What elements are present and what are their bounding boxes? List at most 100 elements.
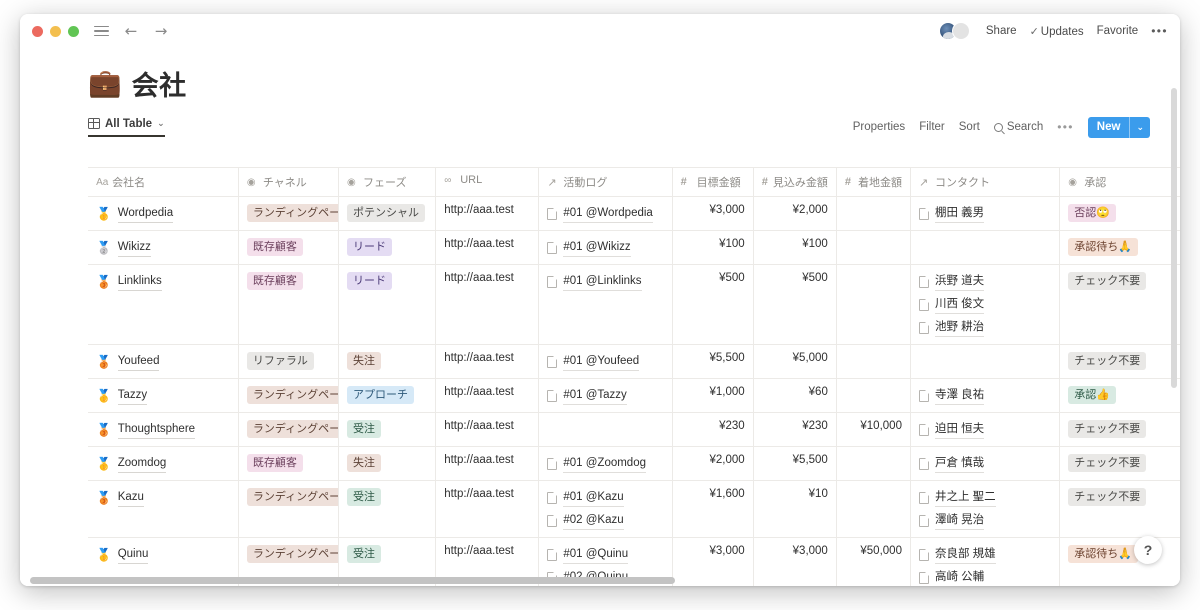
horizontal-scrollbar-thumb[interactable] xyxy=(30,577,675,584)
activity-log-item[interactable]: #01 @Youfeed xyxy=(547,352,663,371)
url-link[interactable]: http://aaa.test xyxy=(444,238,514,250)
approval-tag[interactable]: チェック不要 xyxy=(1068,488,1147,506)
channel-tag[interactable]: 既存顧客 xyxy=(246,454,303,472)
activity-log-item[interactable]: #01 @Kazu xyxy=(547,488,663,507)
cell-target-amount[interactable]: ¥5,500 xyxy=(672,344,754,379)
cell-company-name[interactable]: 🥉 Linklinks xyxy=(88,264,239,345)
cell-forecast-amount[interactable]: ¥2,000 xyxy=(753,196,837,231)
cell-url[interactable]: http://aaa.test xyxy=(435,264,540,345)
phase-tag[interactable]: ポテンシャル xyxy=(347,204,426,222)
cell-landed-amount[interactable] xyxy=(836,378,911,413)
cell-company-name[interactable]: 🥉 Thoughtsphere xyxy=(88,412,239,447)
cell-phase[interactable]: リード xyxy=(338,264,437,345)
cell-channel[interactable]: リファラル xyxy=(238,344,340,379)
phase-tag[interactable]: 失注 xyxy=(347,352,382,370)
cell-target-amount[interactable]: ¥3,000 xyxy=(672,196,754,231)
cell-url[interactable]: http://aaa.test xyxy=(435,378,540,413)
activity-log-item[interactable]: #01 @Wikizz xyxy=(547,238,663,257)
sort-button[interactable]: Sort xyxy=(959,121,980,133)
favorite-button[interactable]: Favorite xyxy=(1097,25,1139,37)
cell-target-amount[interactable]: ¥1,600 xyxy=(672,480,754,538)
cell-phase[interactable]: 受注 xyxy=(338,480,437,538)
cell-channel[interactable]: ランディングページ xyxy=(238,196,340,231)
contact-item[interactable]: 戸倉 慎哉 xyxy=(918,454,1051,473)
cell-landed-amount[interactable] xyxy=(836,344,911,379)
cell-activity-log[interactable]: #01 @Zoomdog xyxy=(538,446,673,481)
help-button[interactable]: ? xyxy=(1134,536,1162,564)
contact-item[interactable]: 棚田 義男 xyxy=(918,204,1051,223)
cell-url[interactable]: http://aaa.test xyxy=(435,480,540,538)
cell-url[interactable]: http://aaa.test xyxy=(435,446,540,481)
cell-phase[interactable]: リード xyxy=(338,230,437,265)
cell-target-amount[interactable]: ¥1,000 xyxy=(672,378,754,413)
more-options-icon[interactable]: ••• xyxy=(1151,24,1168,38)
table-row[interactable]: 🥉 Linklinks 既存顧客 リード http://aaa.test #01 @Lin… xyxy=(20,264,1180,345)
contact-item[interactable]: 浜野 道夫 xyxy=(918,272,1051,291)
company-name-label[interactable]: Wikizz xyxy=(117,238,151,257)
cell-phase[interactable]: ポテンシャル xyxy=(338,196,437,231)
cell-activity-log[interactable]: #01 @Tazzy xyxy=(538,378,673,413)
activity-log-item[interactable]: #01 @Wordpedia xyxy=(547,204,663,223)
cell-target-amount[interactable]: ¥500 xyxy=(672,264,754,345)
table-row[interactable]: 🥉 Thoughtsphere ランディングページ受注 http://aaa.test… xyxy=(20,412,1180,447)
cell-approval[interactable]: チェック不要 xyxy=(1059,412,1180,447)
cell-channel[interactable]: 既存顧客 xyxy=(238,446,340,481)
approval-tag[interactable]: チェック不要 xyxy=(1068,352,1147,370)
cell-landed-amount[interactable] xyxy=(836,230,911,265)
channel-tag[interactable]: ランディングページ xyxy=(246,386,338,404)
cell-url[interactable]: http://aaa.test xyxy=(435,230,540,265)
cell-contacts[interactable] xyxy=(910,230,1061,265)
channel-tag[interactable]: リファラル xyxy=(246,352,314,370)
cell-contacts[interactable]: 寺澤 良祐 xyxy=(910,378,1061,413)
cell-landed-amount[interactable] xyxy=(836,196,911,231)
table-row[interactable]: 🥇 Tazzy ランディングページアプローチ http://aaa.test #01 @… xyxy=(20,378,1180,413)
activity-log-item[interactable]: #01 @Zoomdog xyxy=(547,454,663,473)
cell-activity-log[interactable]: #01 @Kazu #02 @Kazu xyxy=(538,480,673,538)
channel-tag[interactable]: ランディングページ xyxy=(246,420,338,438)
cell-phase[interactable]: 受注 xyxy=(338,412,437,447)
approval-tag[interactable]: 承認待ち🙏 xyxy=(1068,238,1138,256)
url-link[interactable]: http://aaa.test xyxy=(444,386,514,398)
cell-activity-log[interactable]: #01 @Linklinks xyxy=(538,264,673,345)
company-name-label[interactable]: Thoughtsphere xyxy=(117,420,196,439)
cell-landed-amount[interactable]: ¥10,000 xyxy=(836,412,911,447)
cell-activity-log[interactable]: #01 @Wordpedia xyxy=(538,196,673,231)
updates-button[interactable]: ✓ Updates xyxy=(1030,25,1084,38)
url-link[interactable]: http://aaa.test xyxy=(444,420,514,432)
cell-activity-log[interactable]: #01 @Wikizz xyxy=(538,230,673,265)
contact-item[interactable]: 迫田 恒夫 xyxy=(918,420,1051,439)
cell-forecast-amount[interactable]: ¥230 xyxy=(753,412,837,447)
channel-tag[interactable]: ランディングページ xyxy=(246,545,338,563)
horizontal-scrollbar[interactable] xyxy=(20,577,1180,584)
cell-approval[interactable]: 否認🙄 xyxy=(1059,196,1180,231)
approval-tag[interactable]: チェック不要 xyxy=(1068,454,1147,472)
view-tab-all-table[interactable]: All Table ⌄ xyxy=(88,118,165,137)
cell-forecast-amount[interactable]: ¥500 xyxy=(753,264,837,345)
column-header-10[interactable]: ◉ 承認 xyxy=(1059,167,1180,197)
column-header-8[interactable]: # 着地金額 xyxy=(836,167,911,197)
channel-tag[interactable]: ランディングページ xyxy=(246,204,338,222)
table-row[interactable]: 🥇 Zoomdog 既存顧客 失注 http://aaa.test #01 @Zoomdo… xyxy=(20,446,1180,481)
cell-channel[interactable]: ランディングページ xyxy=(238,412,340,447)
cell-channel[interactable]: ランディングページ xyxy=(238,378,340,413)
cell-target-amount[interactable]: ¥100 xyxy=(672,230,754,265)
table-scroll-container[interactable]: Aa 会社名 ◉ チャネル ◉ フェーズ ∞ URL ↗ 活動ログ # 目標金額 # 見込み金額 # 着地金額… xyxy=(20,167,1180,586)
cell-forecast-amount[interactable]: ¥5,500 xyxy=(753,446,837,481)
cell-url[interactable]: http://aaa.test xyxy=(435,344,540,379)
column-header-9[interactable]: ↗ コンタクト xyxy=(910,167,1061,197)
forward-arrow-icon[interactable]: → xyxy=(153,23,169,39)
cell-url[interactable]: http://aaa.test xyxy=(435,412,540,447)
column-header-5[interactable]: ↗ 活動ログ xyxy=(538,167,673,197)
filter-button[interactable]: Filter xyxy=(919,121,945,133)
company-name-label[interactable]: Linklinks xyxy=(117,272,162,291)
phase-tag[interactable]: 受注 xyxy=(347,488,382,506)
cell-landed-amount[interactable] xyxy=(836,446,911,481)
cell-company-name[interactable]: 🥉 Youfeed xyxy=(88,344,239,379)
cell-activity-log[interactable]: #01 @Youfeed xyxy=(538,344,673,379)
url-link[interactable]: http://aaa.test xyxy=(444,204,514,216)
activity-log-item[interactable]: #01 @Quinu xyxy=(547,545,663,564)
properties-button[interactable]: Properties xyxy=(853,121,905,133)
cell-approval[interactable]: チェック不要 xyxy=(1059,344,1180,379)
phase-tag[interactable]: リード xyxy=(347,238,393,256)
column-header-7[interactable]: # 見込み金額 xyxy=(753,167,837,197)
